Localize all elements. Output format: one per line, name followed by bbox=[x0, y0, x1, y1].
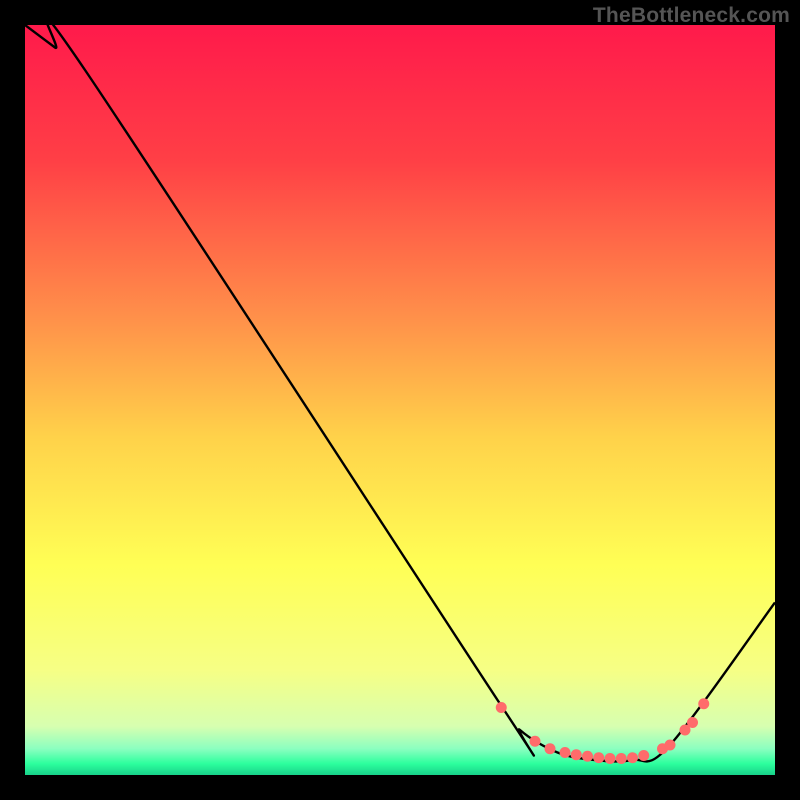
marker-dot bbox=[530, 736, 541, 747]
marker-dot bbox=[560, 747, 571, 758]
chart-plot-area bbox=[25, 25, 775, 775]
gradient-background bbox=[25, 25, 775, 775]
marker-dot bbox=[582, 751, 593, 762]
attribution-text: TheBottleneck.com bbox=[593, 4, 790, 28]
marker-dot bbox=[627, 752, 638, 763]
marker-dot bbox=[616, 753, 627, 764]
marker-dot bbox=[665, 740, 676, 751]
marker-dot bbox=[638, 750, 649, 761]
marker-dot bbox=[496, 702, 507, 713]
chart-svg bbox=[25, 25, 775, 775]
marker-dot bbox=[698, 698, 709, 709]
marker-dot bbox=[593, 752, 604, 763]
marker-dot bbox=[571, 749, 582, 760]
marker-dot bbox=[605, 753, 616, 764]
marker-dot bbox=[687, 717, 698, 728]
marker-dot bbox=[545, 743, 556, 754]
chart-frame: TheBottleneck.com bbox=[0, 0, 800, 800]
